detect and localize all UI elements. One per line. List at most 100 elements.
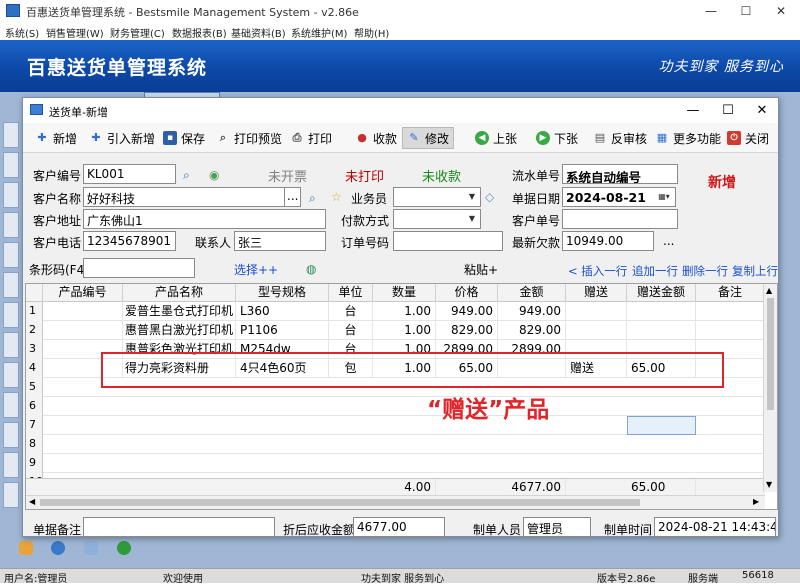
quantity-cell[interactable]: 1.00	[373, 302, 436, 321]
select-products-link[interactable]: 选择++	[234, 261, 278, 278]
menu-maintenance[interactable]: 系统维护(M)	[291, 25, 347, 40]
model-cell[interactable]: L360	[236, 302, 329, 321]
contact-input[interactable]: 张三	[234, 231, 326, 251]
side-shortcut[interactable]	[3, 482, 19, 508]
customer-address-input[interactable]: 广东佛山1	[83, 209, 326, 229]
new-button[interactable]: ✚ 新增	[31, 127, 81, 149]
scroll-right-icon[interactable]: ▶	[753, 497, 759, 506]
product-grid[interactable]: 产品编号 产品名称 型号规格 单位 数量 价格 金额 赠送 赠送金额 备注 1 …	[25, 283, 778, 510]
dialog-maximize-button[interactable]: ☐	[713, 101, 743, 121]
active-cell-editor[interactable]	[627, 416, 696, 435]
column-header[interactable]: 备注	[696, 284, 765, 302]
maximize-button[interactable]: ☐	[731, 2, 761, 20]
side-shortcut[interactable]	[3, 152, 19, 178]
menu-reports[interactable]: 数据报表(B)	[172, 25, 227, 40]
side-shortcut[interactable]	[3, 182, 19, 208]
dialog-minimize-button[interactable]: —	[678, 101, 708, 121]
side-shortcut[interactable]	[3, 392, 19, 418]
scroll-thumb[interactable]	[767, 298, 774, 410]
note-cell[interactable]	[696, 302, 765, 321]
model-cell[interactable]: P1106	[236, 321, 329, 340]
scroll-left-icon[interactable]: ◀	[29, 497, 35, 506]
minimize-button[interactable]: —	[696, 2, 726, 20]
menu-finance[interactable]: 财务管理(C)	[110, 25, 165, 40]
side-shortcut[interactable]	[3, 212, 19, 238]
edit-button[interactable]: ✎ 修改	[402, 127, 455, 149]
receivable-input[interactable]: 4677.00	[353, 517, 445, 537]
table-row[interactable]: 8	[26, 435, 777, 454]
insert-row-link[interactable]: < 插入一行	[568, 263, 627, 279]
product-code-cell[interactable]	[43, 302, 123, 321]
column-header[interactable]: 型号规格	[236, 284, 329, 302]
product-name-cell[interactable]: 爱普生墨仓式打印机	[123, 302, 236, 321]
gift-cell[interactable]	[566, 321, 627, 340]
customer-code-input[interactable]: KL001	[83, 164, 176, 184]
debt-details-button[interactable]: ...	[663, 234, 674, 248]
search-icon[interactable]	[84, 541, 98, 555]
side-shortcut[interactable]	[3, 332, 19, 358]
price-cell[interactable]: 829.00	[436, 321, 498, 340]
menu-sales[interactable]: 销售管理(W)	[46, 25, 104, 40]
side-shortcut[interactable]	[3, 242, 19, 268]
customer-phone-input[interactable]: 12345678901	[83, 231, 176, 251]
document-date-picker[interactable]: 2024-08-21 ▦▾	[562, 187, 676, 207]
append-row-link[interactable]: 追加一行	[632, 263, 678, 279]
side-shortcut[interactable]	[3, 422, 19, 448]
product-name-cell[interactable]: 惠普黑白激光打印机	[123, 321, 236, 340]
column-header[interactable]: 产品名称	[123, 284, 236, 302]
side-shortcut[interactable]	[3, 302, 19, 328]
customer-name-input[interactable]: 好好科技	[83, 187, 301, 207]
eraser-icon[interactable]: ◇	[485, 190, 494, 204]
note-cell[interactable]	[696, 321, 765, 340]
unit-cell[interactable]: 台	[329, 321, 373, 340]
vertical-scrollbar[interactable]: ▲ ▼	[763, 284, 777, 492]
remark-input[interactable]	[83, 517, 275, 537]
table-row[interactable]: 2 惠普黑白激光打印机 P1106 台 1.00 829.00 829.00	[26, 321, 777, 340]
amount-cell[interactable]: 829.00	[498, 321, 566, 340]
customer-name-browse-button[interactable]: ...	[284, 187, 301, 207]
table-row[interactable]: 1 爱普生墨仓式打印机 L360 台 1.00 949.00 949.00	[26, 302, 777, 321]
side-shortcut[interactable]	[3, 452, 19, 478]
refresh-icon[interactable]: ◉	[209, 168, 219, 182]
search-icon[interactable]: ⌕	[309, 191, 316, 205]
customer-order-input[interactable]	[562, 209, 678, 229]
unit-cell[interactable]: 台	[329, 302, 373, 321]
make-time-input[interactable]: 2024-08-21 14:43:43	[654, 517, 776, 537]
globe-icon[interactable]: ◍	[306, 262, 316, 276]
column-header[interactable]: 产品编号	[43, 284, 123, 302]
column-header[interactable]: 数量	[373, 284, 436, 302]
column-header[interactable]: 赠送金额	[627, 284, 696, 302]
column-header[interactable]: 赠送	[566, 284, 627, 302]
copy-row-link[interactable]: 复制上行	[732, 263, 778, 279]
more-functions-button[interactable]: ▦ 更多功能	[651, 127, 725, 149]
next-button[interactable]: ▶ 下张	[532, 127, 582, 149]
column-header[interactable]: 金额	[498, 284, 566, 302]
star-icon[interactable]: ☆	[331, 190, 342, 204]
paste-button[interactable]: 粘贴+	[464, 261, 498, 278]
maker-input[interactable]: 管理员	[523, 517, 591, 537]
close-dialog-button[interactable]: ⏻ 关闭	[723, 127, 773, 149]
side-shortcut[interactable]	[3, 272, 19, 298]
clock-icon[interactable]	[51, 541, 65, 555]
price-cell[interactable]: 949.00	[436, 302, 498, 321]
table-row[interactable]: 6	[26, 397, 777, 416]
scroll-down-icon[interactable]: ▼	[766, 480, 772, 489]
side-shortcut[interactable]	[3, 362, 19, 388]
gift-amount-cell[interactable]	[627, 302, 696, 321]
table-row[interactable]: 7	[26, 416, 777, 435]
shortcut-icon[interactable]	[19, 541, 33, 555]
refresh-icon[interactable]	[117, 541, 131, 555]
payment-method-select[interactable]: ▼	[393, 209, 481, 229]
scroll-thumb[interactable]	[40, 499, 640, 506]
search-icon[interactable]: ⌕	[183, 168, 190, 182]
latest-debt-input[interactable]: 10949.00	[562, 231, 654, 251]
gift-cell[interactable]	[566, 302, 627, 321]
menu-help[interactable]: 帮助(H)	[354, 25, 389, 40]
print-preview-button[interactable]: ⌕ 打印预览	[212, 127, 286, 149]
horizontal-scrollbar[interactable]: ◀ ▶	[26, 495, 765, 509]
side-shortcut[interactable]	[3, 122, 19, 148]
dialog-close-button[interactable]: ✕	[747, 101, 777, 121]
menu-basic-data[interactable]: 基础资料(B)	[231, 25, 286, 40]
receive-payment-button[interactable]: ● 收款	[351, 127, 401, 149]
print-button[interactable]: ⎙ 打印	[286, 127, 336, 149]
